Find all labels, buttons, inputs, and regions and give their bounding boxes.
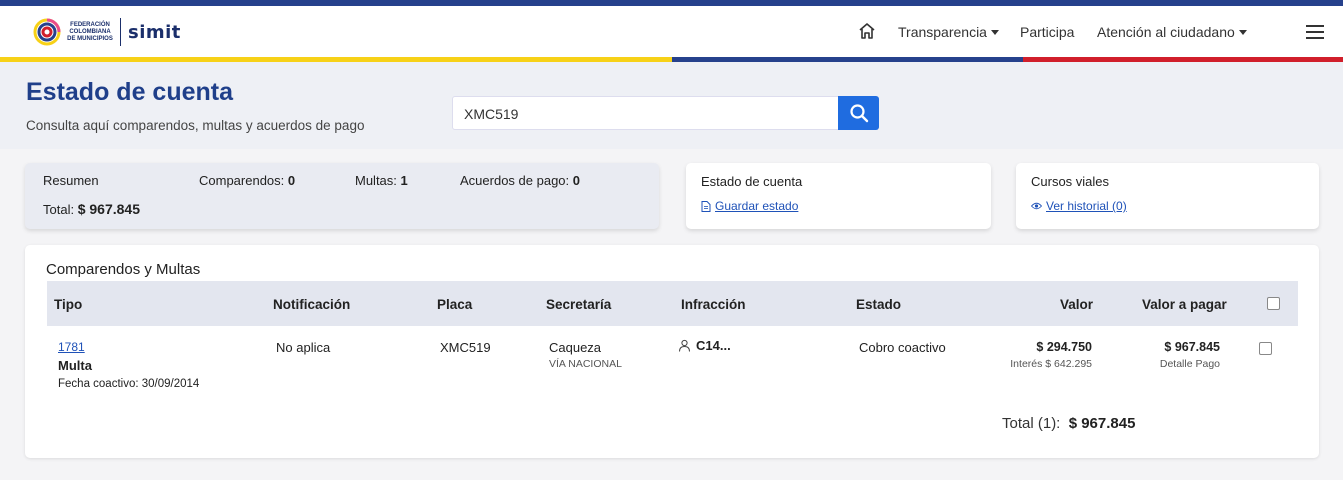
col-valor: Valor	[1059, 297, 1093, 312]
col-notificacion: Notificación	[273, 297, 351, 312]
hamburger-menu-icon[interactable]	[1306, 25, 1324, 39]
row-estado: Cobro coactivo	[859, 340, 946, 355]
person-icon	[679, 339, 690, 352]
plate-search-input[interactable]: XMC519	[452, 96, 839, 130]
nav-participa[interactable]: Participa	[1020, 24, 1074, 40]
row-via: VÍA NACIONAL	[549, 358, 622, 370]
chevron-down-icon	[1238, 29, 1247, 35]
row-interes: Interés $ 642.295	[1010, 358, 1092, 370]
summary-title[interactable]: Resumen	[43, 173, 99, 188]
summary-card: Resumen Comparendos: 0 Multas: 1 Acuerdo…	[25, 163, 659, 229]
cursos-viales-card: Cursos viales Ver historial (0)	[1016, 163, 1319, 229]
search-button[interactable]	[838, 96, 879, 130]
multas-count: Multas: 1	[355, 173, 408, 188]
estado-cuenta-card: Estado de cuenta Guardar estado	[686, 163, 991, 229]
summary-total: Total: $ 967.845	[43, 201, 140, 217]
col-estado: Estado	[856, 297, 902, 312]
page-title: Estado de cuenta	[26, 78, 233, 106]
federacion-logo-icon	[33, 18, 61, 46]
row-placa: XMC519	[440, 340, 491, 355]
section-title: Comparendos y Multas	[46, 261, 201, 278]
comparendo-number-link[interactable]: 1781	[58, 340, 85, 354]
row-infraccion[interactable]: C14...	[678, 338, 731, 353]
select-all-checkbox[interactable]	[1267, 297, 1280, 310]
eye-icon	[1031, 202, 1042, 210]
navbar: FEDERACIÓN COLOMBIANA DE MUNICIPIOS simi…	[0, 6, 1343, 57]
ver-historial-link[interactable]: Ver historial (0)	[1031, 199, 1127, 213]
logo-divider	[120, 18, 121, 46]
row-tipo: Multa	[58, 358, 92, 373]
document-icon	[701, 200, 711, 212]
nav-participa-label: Participa	[1020, 24, 1075, 40]
table-total: Total (1): $ 967.845	[1002, 415, 1136, 432]
logo-text: FEDERACIÓN COLOMBIANA DE MUNICIPIOS	[67, 21, 113, 42]
chevron-down-icon	[990, 29, 999, 35]
row-notificacion: No aplica	[276, 340, 331, 355]
nav-transparencia-label: Transparencia	[898, 24, 987, 40]
row-select-checkbox[interactable]	[1259, 342, 1272, 355]
cursos-viales-title: Cursos viales	[1031, 174, 1110, 189]
row-fecha-coactivo: Fecha coactivo: 30/09/2014	[58, 378, 200, 390]
comparendos-count: Comparendos: 0	[199, 173, 296, 188]
nav-atencion[interactable]: Atención al ciudadano	[1097, 24, 1247, 40]
search-icon	[849, 104, 868, 123]
guardar-estado-link[interactable]: Guardar estado	[701, 199, 798, 213]
simit-brand: simit	[128, 21, 181, 43]
col-placa: Placa	[437, 297, 473, 312]
comparendos-multas-card: Comparendos y Multas Tipo Notificación P…	[25, 245, 1319, 458]
table-header: Tipo Notificación Placa Secretaría Infra…	[47, 281, 1298, 326]
col-tipo: Tipo	[54, 297, 83, 312]
flag-stripe	[0, 57, 1343, 62]
col-infraccion: Infracción	[681, 297, 746, 312]
row-secretaria: Caqueza	[549, 340, 602, 355]
home-icon[interactable]	[857, 21, 877, 41]
row-detalle-pago[interactable]: Detalle Pago	[1120, 358, 1220, 370]
col-secretaria: Secretaría	[546, 297, 612, 312]
acuerdos-count: Acuerdos de pago: 0	[460, 173, 580, 188]
nav-atencion-label: Atención al ciudadano	[1097, 24, 1235, 40]
col-valor-pagar: Valor a pagar	[1142, 297, 1227, 312]
row-valor: $ 294.750	[1036, 340, 1092, 354]
nav-transparencia[interactable]: Transparencia	[898, 24, 999, 40]
page-subtitle: Consulta aquí comparendos, multas y acue…	[26, 118, 365, 133]
row-valor-pagar: $ 967.845	[1164, 340, 1220, 354]
logo[interactable]: FEDERACIÓN COLOMBIANA DE MUNICIPIOS simi…	[33, 14, 181, 50]
estado-cuenta-title: Estado de cuenta	[701, 174, 803, 189]
